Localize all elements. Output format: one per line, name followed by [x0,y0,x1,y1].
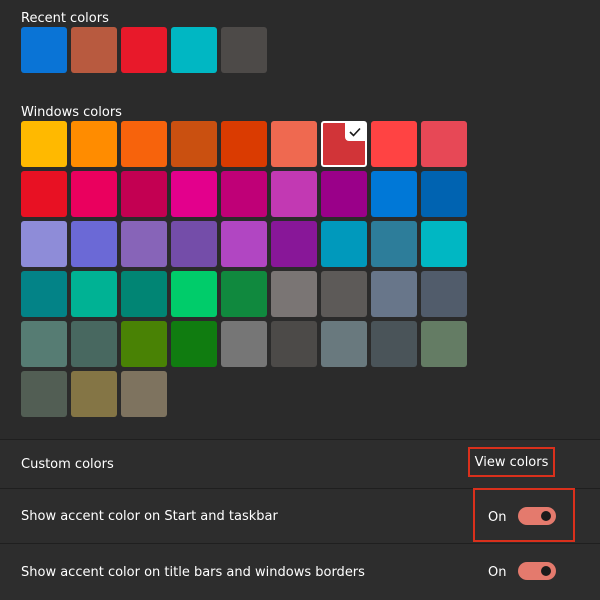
recent-color-swatch[interactable] [21,27,67,73]
windows-color-swatch[interactable] [71,221,117,267]
windows-color-swatch[interactable] [171,121,217,167]
windows-color-swatch[interactable] [121,321,167,367]
accent-title-bars-toggle[interactable] [518,562,556,580]
windows-color-swatch[interactable] [371,271,417,317]
windows-color-swatch[interactable] [221,221,267,267]
recent-color-swatch[interactable] [121,27,167,73]
windows-color-swatch[interactable] [21,171,67,217]
windows-color-swatch[interactable] [121,271,167,317]
windows-colors-title: Windows colors [21,105,122,120]
windows-colors-grid [21,121,467,417]
recent-colors-grid [21,27,467,73]
windows-color-swatch[interactable] [21,221,67,267]
windows-color-swatch[interactable] [321,171,367,217]
windows-color-swatch[interactable] [121,371,167,417]
windows-color-swatch[interactable] [221,321,267,367]
checkmark-icon [345,123,365,141]
windows-color-swatch[interactable] [321,271,367,317]
windows-color-swatch[interactable] [71,321,117,367]
windows-color-swatch[interactable] [171,171,217,217]
windows-color-swatch[interactable] [371,221,417,267]
accent-start-taskbar-label: Show accent color on Start and taskbar [21,509,278,524]
highlight-annotation-box [473,488,575,542]
accent-title-bars-state: On [488,565,507,580]
windows-color-swatch[interactable] [171,221,217,267]
windows-color-swatch[interactable] [421,171,467,217]
recent-color-swatch[interactable] [71,27,117,73]
windows-color-swatch[interactable] [371,121,417,167]
view-colors-button[interactable]: View colors [468,447,555,477]
windows-color-swatch[interactable] [71,371,117,417]
windows-color-swatch[interactable] [371,321,417,367]
recent-colors-title: Recent colors [21,11,109,26]
windows-color-swatch[interactable] [121,221,167,267]
windows-color-swatch[interactable] [221,271,267,317]
windows-color-swatch[interactable] [171,321,217,367]
windows-color-swatch[interactable] [21,371,67,417]
colors-settings-panel: Recent colors Windows colors Custom colo… [0,0,600,600]
windows-color-swatch[interactable] [171,271,217,317]
windows-color-swatch[interactable] [421,321,467,367]
windows-color-swatch[interactable] [21,271,67,317]
windows-color-swatch[interactable] [221,121,267,167]
windows-color-swatch[interactable] [371,171,417,217]
windows-color-swatch[interactable] [221,171,267,217]
windows-color-swatch[interactable] [21,121,67,167]
windows-color-swatch[interactable] [421,221,467,267]
windows-color-swatch[interactable] [71,171,117,217]
recent-color-swatch[interactable] [221,27,267,73]
windows-color-swatch[interactable] [321,321,367,367]
accent-title-bars-label: Show accent color on title bars and wind… [21,565,365,580]
windows-color-swatch[interactable] [271,221,317,267]
windows-color-swatch[interactable] [271,321,317,367]
windows-color-swatch[interactable] [21,321,67,367]
windows-color-swatch[interactable] [271,271,317,317]
windows-color-swatch[interactable] [121,121,167,167]
windows-color-swatch[interactable] [121,171,167,217]
windows-color-swatch[interactable] [421,271,467,317]
windows-color-swatch[interactable] [271,171,317,217]
windows-color-swatch[interactable] [71,121,117,167]
windows-color-swatch[interactable] [271,121,317,167]
accent-title-bars-row: Show accent color on title bars and wind… [0,544,600,600]
recent-color-swatch[interactable] [171,27,217,73]
custom-colors-label: Custom colors [21,457,114,472]
windows-color-swatch[interactable] [421,121,467,167]
windows-color-swatch-selected[interactable] [321,121,367,167]
windows-color-swatch[interactable] [321,221,367,267]
windows-color-swatch[interactable] [71,271,117,317]
toggle-knob [541,566,551,576]
